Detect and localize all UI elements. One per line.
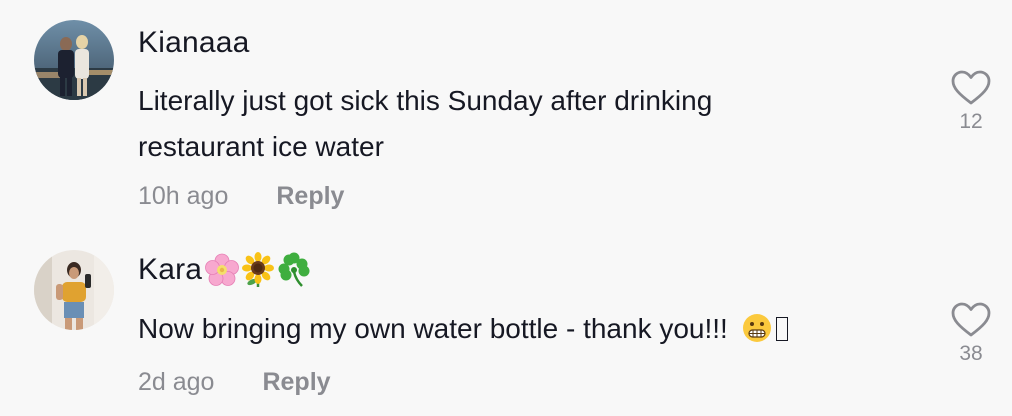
comment-time: 2d ago xyxy=(138,368,215,396)
user-photo-icon xyxy=(34,20,114,100)
comment-body: Literally just got sick this Sunday afte… xyxy=(138,85,713,162)
avatar[interactable] xyxy=(34,250,114,330)
comment-item: Kianaaa Literally just got sick this Sun… xyxy=(0,0,1012,230)
reply-button[interactable]: Reply xyxy=(276,182,344,211)
username-text[interactable]: Kara xyxy=(138,253,202,287)
username-emojis xyxy=(204,252,312,288)
like-control[interactable]: 38 xyxy=(946,302,996,366)
comment-username[interactable]: Kara xyxy=(138,252,312,288)
shamrock-icon xyxy=(278,252,310,287)
like-count: 38 xyxy=(959,342,983,365)
comment-text: Literally just got sick this Sunday afte… xyxy=(138,78,838,170)
like-control[interactable]: 12 xyxy=(946,70,996,134)
sunflower-icon xyxy=(242,252,275,287)
comment-meta: 2d ago Reply xyxy=(138,368,331,397)
missing-glyph-icon xyxy=(775,317,788,341)
heart-icon[interactable] xyxy=(951,70,991,106)
user-photo-icon xyxy=(34,250,114,330)
cherry-blossom-icon xyxy=(205,253,240,286)
avatar[interactable] xyxy=(34,20,114,100)
comment-meta: 10h ago Reply xyxy=(138,182,344,211)
comment-time: 10h ago xyxy=(138,182,229,210)
comment-body: Now bringing my own water bottle - thank… xyxy=(138,313,728,344)
heart-icon[interactable] xyxy=(951,302,991,338)
username-text[interactable]: Kianaaa xyxy=(138,26,250,60)
comment-text: Now bringing my own water bottle - thank… xyxy=(138,306,838,352)
comment-username[interactable]: Kianaaa xyxy=(138,26,250,60)
like-count: 12 xyxy=(959,110,983,133)
grimacing-face-icon xyxy=(742,314,771,342)
comment-item: Kara Now bringing my own water bottle - … xyxy=(0,230,1012,416)
reply-button[interactable]: Reply xyxy=(262,368,330,397)
